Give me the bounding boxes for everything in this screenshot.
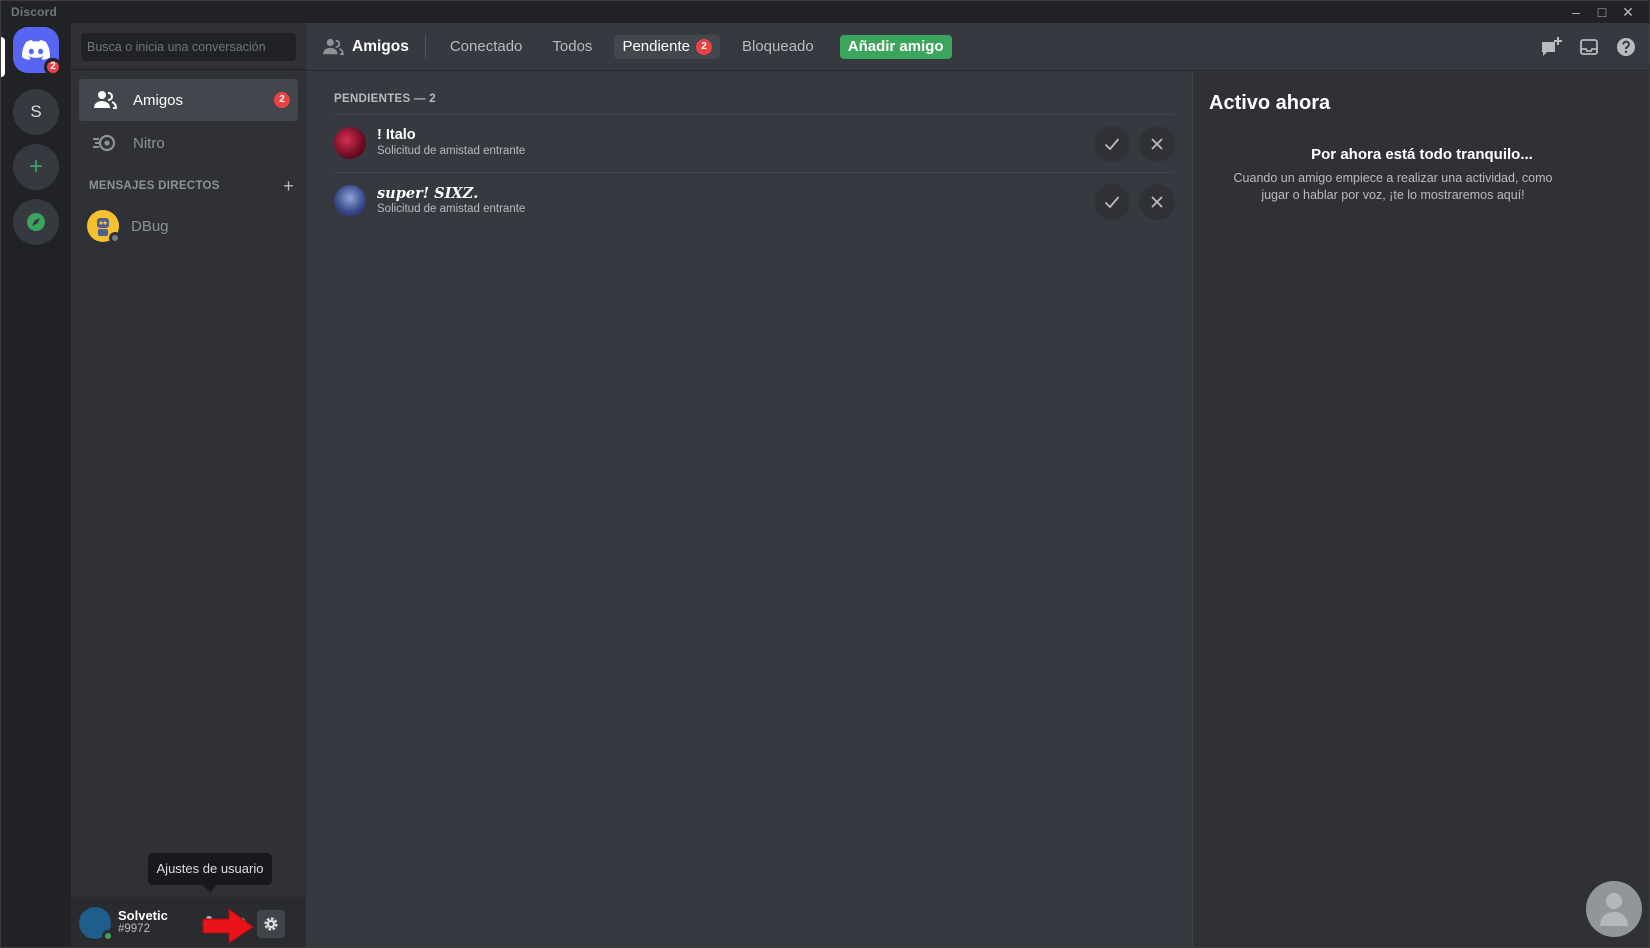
new-group-dm-icon — [1542, 37, 1562, 56]
sidebar-item-label: Nitro — [133, 134, 165, 152]
ignore-request-button[interactable] — [1139, 184, 1175, 220]
add-server-button[interactable]: + — [13, 144, 59, 190]
tab-blocked[interactable]: Bloqueado — [734, 35, 822, 59]
pending-list: PENDIENTES — 2 ! Italo Solicitud de amis… — [306, 72, 1186, 947]
help-button[interactable] — [1614, 35, 1638, 59]
watermark-logo — [1586, 881, 1642, 937]
avatar — [334, 127, 366, 159]
tab-label: Bloqueado — [742, 38, 814, 55]
home-notification-badge: 2 — [44, 58, 62, 76]
avatar — [87, 210, 121, 244]
username: Solvetic — [118, 908, 168, 923]
watermark-person-icon — [1600, 893, 1628, 926]
inbox-icon — [1580, 39, 1598, 55]
explore-servers-button[interactable] — [13, 199, 59, 245]
add-friend-button[interactable]: Añadir amigo — [839, 34, 952, 59]
friend-request-row[interactable]: super! 𝑺𝑰𝑿𝒁. Solicitud de amistad entran… — [334, 172, 1175, 230]
sidebar-divider — [71, 69, 306, 70]
close-window-button[interactable]: ✕ — [1615, 2, 1641, 22]
dm-item-dbug[interactable]: DBug — [79, 205, 298, 247]
accept-request-button[interactable] — [1094, 184, 1130, 220]
sidebar-item-nitro[interactable]: Nitro — [79, 122, 298, 164]
status-indicator — [109, 232, 121, 244]
active-pill — [1, 37, 5, 77]
page-title-text: Amigos — [352, 37, 409, 55]
request-username: super! 𝑺𝑰𝑿𝒁. — [377, 185, 479, 202]
maximize-button[interactable]: □ — [1589, 2, 1615, 22]
help-icon — [1617, 38, 1635, 56]
create-dm-button[interactable]: + — [283, 176, 294, 197]
tab-all[interactable]: Todos — [544, 35, 600, 59]
page-title: Amigos — [322, 38, 409, 56]
server-initial: S — [30, 102, 42, 121]
dm-header-label: MENSAJES DIRECTOS — [89, 180, 220, 192]
request-status: Solicitud de amistad entrante — [377, 145, 526, 157]
friends-icon — [93, 88, 117, 112]
friends-pending-badge: 2 — [274, 92, 290, 108]
accept-request-button[interactable] — [1094, 126, 1130, 162]
pending-header: PENDIENTES — 2 — [334, 93, 436, 105]
active-now-empty-description: Cuando un amigo empiece a realizar una a… — [1233, 171, 1553, 202]
user-tag: #9972 — [118, 923, 150, 935]
red-arrow-annotation — [202, 908, 254, 944]
request-status: Solicitud de amistad entrante — [377, 203, 526, 215]
discord-logo-icon — [22, 40, 50, 60]
nitro-icon — [93, 131, 117, 155]
search-conversation-input[interactable]: Busca o inicia una conversación — [81, 33, 296, 61]
gear-icon — [264, 917, 278, 931]
check-icon — [1104, 196, 1120, 209]
avatar[interactable] — [79, 907, 114, 942]
active-now-empty-title: Por ahora está todo tranquilo... — [1311, 146, 1533, 163]
check-icon — [1104, 138, 1120, 151]
friend-request-row[interactable]: ! Italo Solicitud de amistad entrante — [334, 114, 1175, 172]
server-rail: 2 S + — [1, 23, 71, 947]
active-now-panel: Activo ahora Por ahora está todo tranqui… — [1193, 72, 1649, 947]
main-content: Amigos Conectado Todos Pendiente 2 Bloqu… — [306, 23, 1649, 947]
tab-pending[interactable]: Pendiente 2 — [614, 34, 720, 59]
direct-messages-header: MENSAJES DIRECTOS + — [89, 176, 294, 196]
topbar-divider — [424, 34, 426, 59]
friends-topbar: Amigos Conectado Todos Pendiente 2 Bloqu… — [306, 23, 1649, 71]
friends-icon — [323, 38, 344, 55]
dm-name: DBug — [131, 217, 169, 235]
home-button[interactable]: 2 — [13, 27, 62, 76]
minimize-button[interactable]: – — [1563, 2, 1589, 22]
plus-icon: + — [28, 153, 43, 180]
online-status-indicator — [102, 930, 114, 942]
dm-sidebar: Busca o inicia una conversación Amigos 2 — [71, 23, 306, 947]
new-group-dm-button[interactable] — [1540, 35, 1564, 59]
tab-online[interactable]: Conectado — [442, 35, 531, 59]
tab-label: Todos — [552, 38, 593, 55]
sidebar-item-friends[interactable]: Amigos 2 — [79, 79, 298, 121]
tab-label: Pendiente — [622, 38, 690, 55]
close-icon — [1151, 138, 1163, 150]
user-settings-button[interactable] — [257, 910, 285, 938]
topbar-toolbar — [1540, 35, 1649, 59]
discord-window: Discord – □ ✕ 2 S + Busca o inicia una c… — [0, 0, 1650, 948]
active-now-title: Activo ahora — [1209, 92, 1331, 114]
title-bar: Discord – □ ✕ — [1, 1, 1649, 23]
close-icon — [1151, 196, 1163, 208]
tooltip-text: Ajustes de usuario — [156, 861, 264, 876]
inbox-button[interactable] — [1577, 35, 1601, 59]
app-name: Discord — [11, 5, 58, 19]
settings-tooltip: Ajustes de usuario — [148, 853, 272, 893]
avatar — [334, 185, 366, 217]
tab-label: Conectado — [449, 38, 523, 55]
explore-icon — [27, 213, 45, 231]
request-username: ! Italo — [377, 127, 416, 143]
sidebar-item-label: Amigos — [133, 91, 184, 109]
pending-count-badge: 2 — [696, 38, 712, 55]
ignore-request-button[interactable] — [1139, 126, 1175, 162]
server-button-s[interactable]: S — [13, 89, 59, 135]
user-panel: Solvetic #9972 — [71, 897, 306, 947]
